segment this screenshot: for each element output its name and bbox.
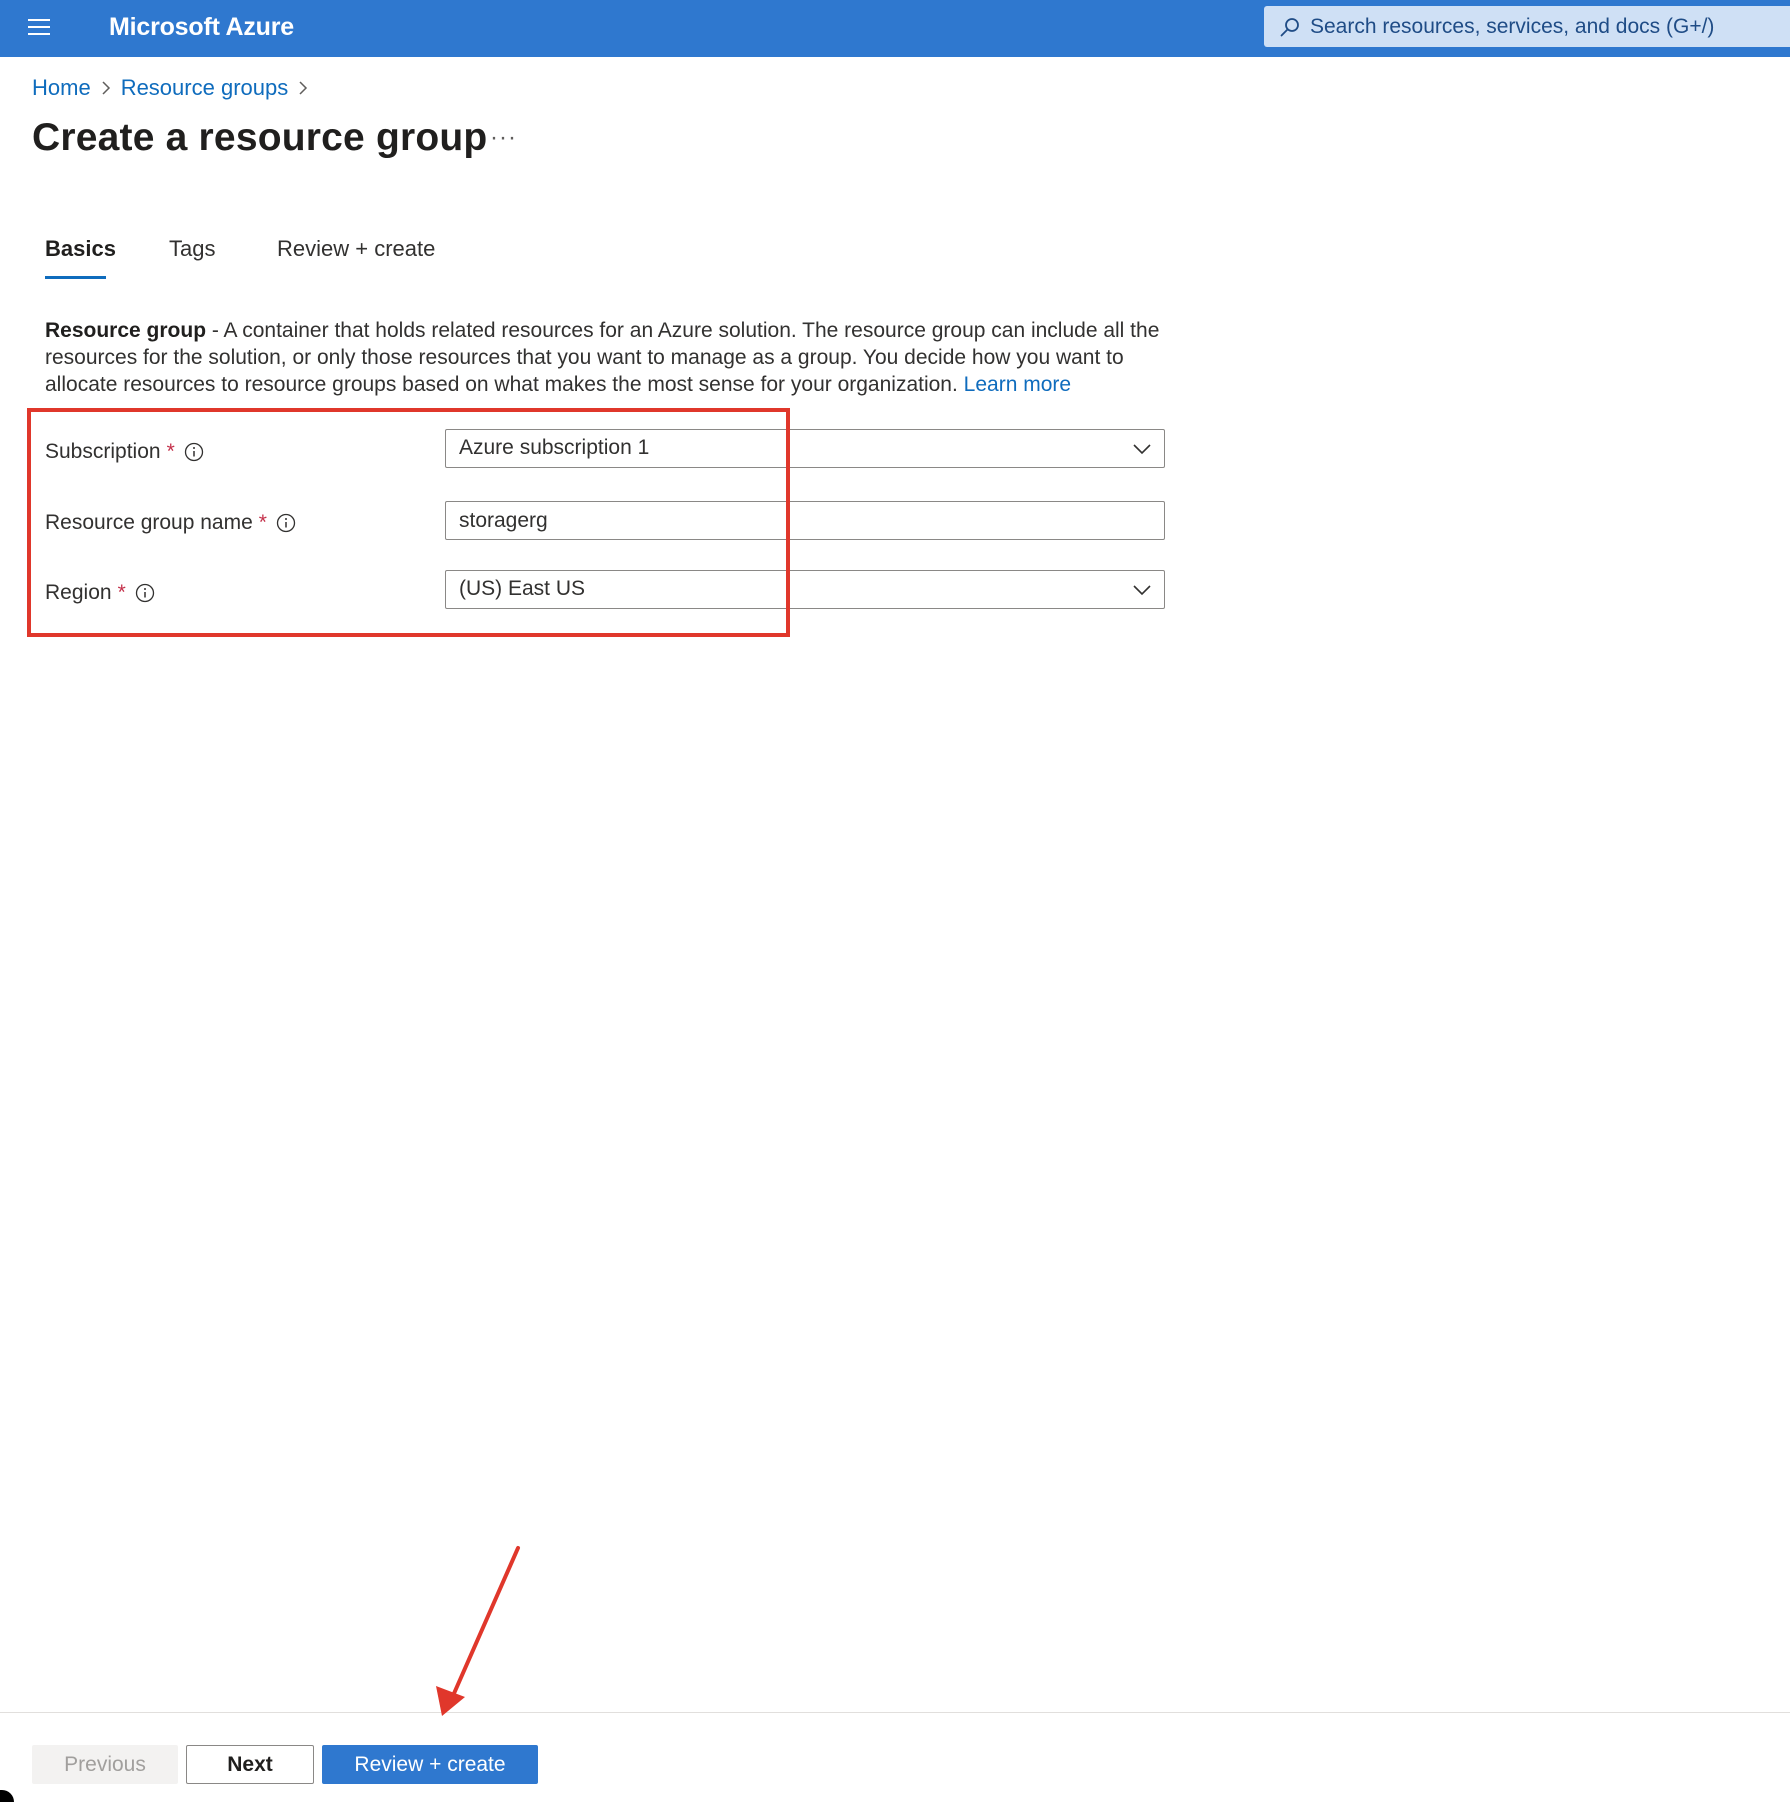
active-tab-indicator	[45, 276, 106, 279]
resource-group-description: Resource group - A container that holds …	[45, 317, 1175, 398]
info-icon[interactable]	[135, 583, 155, 603]
previous-button[interactable]: Previous	[32, 1745, 178, 1784]
top-bar: Microsoft Azure	[0, 0, 1790, 57]
info-icon[interactable]	[276, 513, 296, 533]
subscription-dropdown[interactable]: Azure subscription 1	[445, 429, 1165, 468]
tab-tags[interactable]: Tags	[169, 236, 215, 262]
chevron-down-icon	[1133, 585, 1151, 596]
region-dropdown[interactable]: (US) East US	[445, 570, 1165, 609]
subscription-value: Azure subscription 1	[459, 436, 650, 459]
chevron-down-icon	[1133, 444, 1151, 455]
window-corner	[0, 1790, 14, 1802]
page-title: Create a resource group	[32, 116, 488, 159]
more-options-button[interactable]: ···	[490, 124, 517, 152]
required-marker: *	[166, 440, 175, 463]
subscription-label: Subscription *	[45, 440, 204, 464]
resource-group-name-input[interactable]	[446, 502, 1164, 539]
subscription-label-text: Subscription	[45, 440, 161, 463]
info-icon[interactable]	[184, 442, 204, 462]
breadcrumb: Home Resource groups	[32, 73, 318, 103]
next-button[interactable]: Next	[186, 1745, 314, 1784]
footer-divider	[0, 1712, 1790, 1713]
resource-group-name-label-text: Resource group name	[45, 511, 253, 534]
learn-more-link[interactable]: Learn more	[964, 373, 1071, 396]
region-label-text: Region	[45, 581, 112, 604]
breadcrumb-home[interactable]: Home	[32, 75, 91, 101]
description-title: Resource group	[45, 319, 207, 342]
tab-basics[interactable]: Basics	[45, 236, 116, 262]
required-marker: *	[117, 581, 126, 604]
review-create-button[interactable]: Review + create	[322, 1745, 538, 1784]
chevron-right-icon	[91, 78, 121, 98]
hamburger-menu-icon[interactable]	[26, 14, 52, 40]
region-value: (US) East US	[459, 577, 586, 600]
search-icon	[1280, 18, 1299, 37]
annotation-arrow	[436, 1546, 520, 1716]
global-search[interactable]	[1264, 6, 1790, 47]
search-input[interactable]	[1310, 6, 1780, 47]
resource-group-name-label: Resource group name *	[45, 511, 296, 535]
required-marker: *	[258, 511, 267, 534]
chevron-right-icon	[288, 78, 318, 98]
region-label: Region *	[45, 581, 155, 605]
tab-review-create[interactable]: Review + create	[277, 236, 435, 262]
resource-group-name-field[interactable]	[445, 501, 1165, 540]
breadcrumb-resource-groups[interactable]: Resource groups	[121, 75, 289, 101]
brand-title[interactable]: Microsoft Azure	[109, 13, 294, 42]
